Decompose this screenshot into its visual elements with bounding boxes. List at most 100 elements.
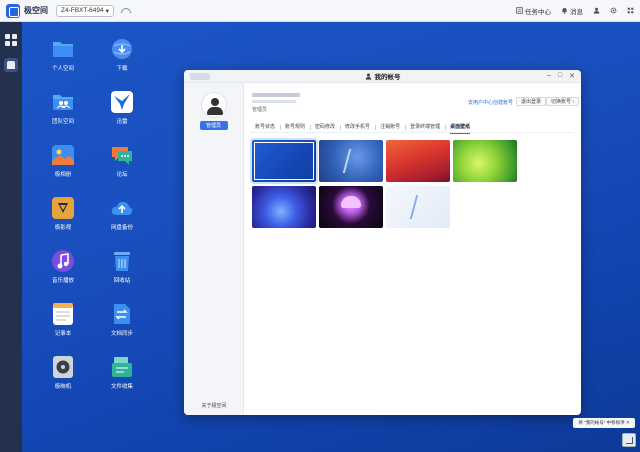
jellyfish-shape-icon (341, 196, 361, 208)
brand-logo-icon (6, 3, 20, 18)
wallpaper-blue-solid[interactable] (250, 138, 318, 184)
tab-6[interactable]: 登录终端管理 (405, 123, 445, 133)
wallpaper-jellyfish[interactable] (319, 186, 383, 228)
device-selector[interactable]: Z4-FBXT-6494 ▾ (56, 4, 114, 17)
desktop-icon-label: 极影视 (54, 225, 72, 231)
userid-redacted (252, 100, 296, 103)
account-window: 我的帐号 – □ ✕ 管理员 关于极空间 管理员 去用户中心创建账号 退出登录 … (184, 70, 581, 415)
desktop-icon-label: 迅雷 (116, 119, 128, 125)
wifi-icon (120, 7, 130, 15)
desktop-icon-label: 极相册 (54, 172, 72, 178)
tab-4[interactable]: 修改手机号 (340, 123, 375, 133)
chevron-down-icon: ▾ (105, 7, 109, 15)
tab-2[interactable]: 账号规则 (280, 123, 310, 133)
tab-3[interactable]: 密码修改 (310, 123, 340, 133)
account-tabs: 账号状态 账号规则 密码修改 修改手机号 注销账号 登录终端管理 桌面壁纸 (250, 123, 574, 134)
photo-album-icon (51, 143, 75, 167)
desktop-icon-label: 个人空间 (51, 66, 74, 72)
window-main: 管理员 去用户中心创建账号 退出登录 切换账号 › 账号状态 账号规则 密码修改 修改… (244, 83, 581, 415)
download-globe-icon (110, 37, 134, 61)
forum-chat-icon (110, 143, 134, 167)
user-role: 管理员 (252, 107, 268, 113)
desktop-icon-8[interactable]: 网盘备份 (100, 196, 144, 231)
logout-button[interactable]: 退出登录 (516, 97, 547, 106)
minimize-button[interactable]: – (547, 72, 551, 80)
task-center-button[interactable]: 任务中心 (516, 6, 551, 16)
left-rail (0, 22, 22, 452)
trash-icon (110, 249, 134, 273)
desktop-icon-label: 下载 (116, 66, 128, 72)
thunder-bird-icon (110, 90, 134, 114)
desktop-icon-label: 极映机 (54, 384, 72, 390)
device-name: Z4-FBXT-6494 (61, 7, 104, 14)
tab-7[interactable]: 桌面壁纸 (445, 123, 475, 134)
task-center-label: 任务中心 (525, 8, 551, 16)
bell-icon (562, 8, 567, 14)
desktop-icon-7[interactable]: 极影视 (41, 196, 85, 231)
desktop-icon-13[interactable]: 极映机 (41, 355, 85, 390)
music-note-icon (51, 249, 75, 273)
z-logo-icon (342, 149, 360, 173)
maximize-button[interactable]: □ (558, 72, 562, 80)
desktop-icon-10[interactable]: 回收站 (100, 249, 144, 284)
sidebar-item-admin[interactable]: 管理员 (199, 121, 228, 130)
window-titlebar[interactable]: 我的帐号 – □ ✕ (184, 70, 581, 83)
apps-grid-icon[interactable] (5, 34, 17, 46)
window-tag (190, 73, 210, 80)
tooltip: 将 "我的帐号" 中移除项 ✕ (573, 418, 635, 428)
wallpaper-red-waves[interactable] (386, 140, 450, 182)
movie-icon (51, 196, 75, 220)
top-bar: 极空间 Z4-FBXT-6494 ▾ 任务中心 消息 (0, 0, 640, 22)
wallpaper-blue-z-logo[interactable] (319, 140, 383, 182)
user-icon[interactable] (593, 7, 600, 14)
wallpaper-blue-flower[interactable] (252, 186, 316, 228)
desktop-icon-label: 回收站 (113, 278, 131, 284)
brand-name: 极空间 (24, 6, 48, 15)
tab-1[interactable]: 账号状态 (250, 123, 280, 133)
close-button[interactable]: ✕ (569, 72, 575, 80)
wallpaper-green-swirl[interactable] (453, 140, 517, 182)
desktop-icon-label: 网盘备份 (110, 225, 133, 231)
desktop-icon-3[interactable]: 团队空间 (41, 90, 85, 125)
desktop-icon-label: 记事本 (54, 331, 72, 337)
avatar-head-icon (210, 98, 219, 106)
disk-icon (51, 355, 75, 379)
window-title: 我的帐号 (374, 74, 401, 81)
desktop-icon-11[interactable]: 记事本 (41, 302, 85, 337)
desktop-icon-label: 论坛 (116, 172, 128, 178)
window-sidebar: 管理员 关于极空间 (184, 83, 244, 415)
desktop-icon-1[interactable]: 个人空间 (41, 37, 85, 72)
desktop-icon-4[interactable]: 迅雷 (100, 90, 144, 125)
desktop-icon-6[interactable]: 论坛 (100, 143, 144, 178)
messages-button[interactable]: 消息 (561, 6, 583, 16)
desktop-icon-9[interactable]: 音乐播放 (41, 249, 85, 284)
file-collect-icon (110, 355, 134, 379)
create-account-link[interactable]: 去用户中心创建账号 (468, 99, 513, 106)
desktop-icon-label: 文档同步 (110, 331, 133, 337)
team-folder-icon (51, 90, 75, 114)
z-logo-icon (409, 195, 427, 219)
desktop-icon-label: 团队空间 (51, 119, 74, 125)
folder-icon (51, 37, 75, 61)
brand: 极空间 (6, 3, 48, 18)
gear-icon[interactable] (610, 7, 617, 14)
desktop-icon-label: 音乐播放 (51, 278, 74, 284)
desktop-icon-2[interactable]: 下载 (100, 37, 144, 72)
notepad-icon (51, 302, 75, 326)
tab-5[interactable]: 注销账号 (375, 123, 405, 133)
desktop-icon-5[interactable]: 极相册 (41, 143, 85, 178)
about-link[interactable]: 关于极空间 (184, 402, 244, 409)
account-app-icon[interactable] (4, 58, 18, 72)
avatar[interactable] (200, 92, 227, 118)
cloud-upload-icon (110, 196, 134, 220)
desktop-icon-label: 文件收集 (110, 384, 133, 390)
user-group-icon (365, 73, 371, 80)
resize-corner-icon[interactable] (622, 433, 636, 447)
desktop-icon-14[interactable]: 文件收集 (100, 355, 144, 390)
messages-label: 消息 (570, 8, 583, 16)
wallpaper-white-z-logo[interactable] (386, 186, 450, 228)
username-redacted (252, 93, 300, 97)
switch-account-button[interactable]: 切换账号 › (546, 97, 580, 106)
desktop-icon-12[interactable]: 文档同步 (100, 302, 144, 337)
grid-apps-icon[interactable] (627, 7, 634, 14)
